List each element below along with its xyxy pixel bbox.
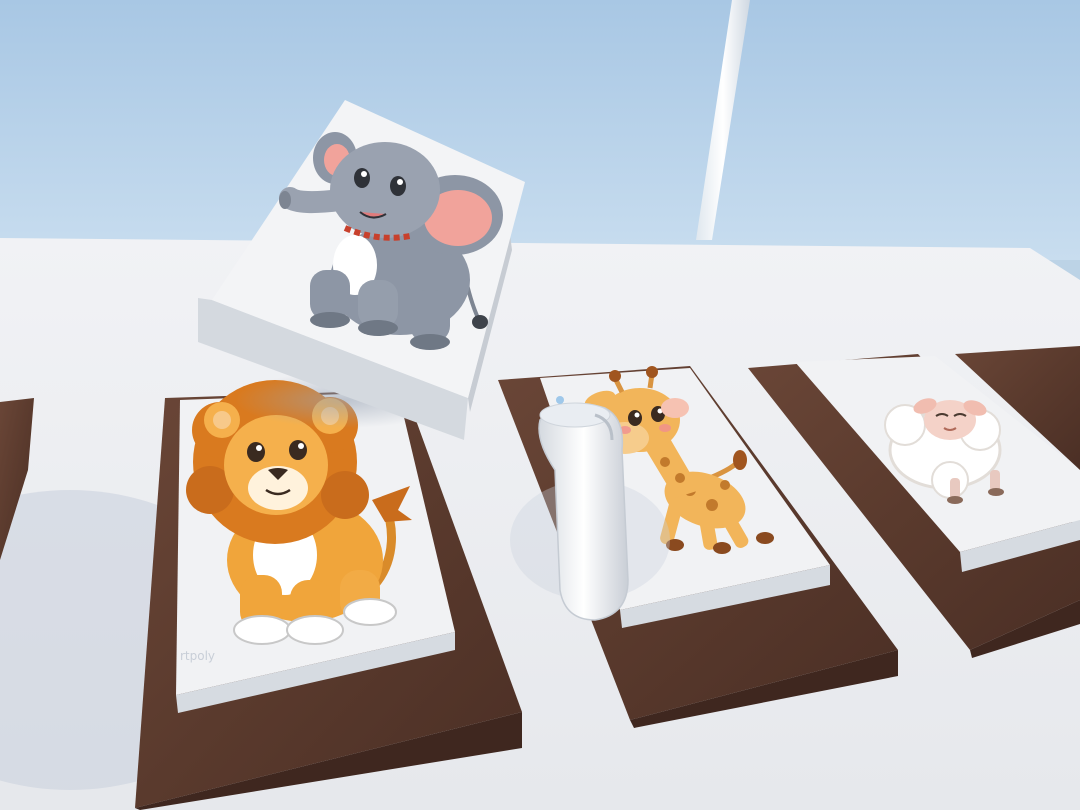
sky-background — [0, 0, 1080, 260]
controller-light-icon — [556, 396, 564, 404]
vr-game-scene: rtpoly — [0, 0, 1080, 810]
card-watermark: rtpoly — [180, 649, 215, 663]
